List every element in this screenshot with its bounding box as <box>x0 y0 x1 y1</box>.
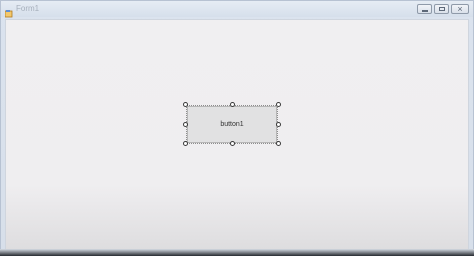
button1[interactable]: button1 <box>187 106 277 143</box>
form-window: Form1 × button1 <box>0 0 474 256</box>
resize-handle-top-middle[interactable] <box>230 102 235 107</box>
resize-handle-top-left[interactable] <box>183 102 188 107</box>
minimize-icon <box>422 10 428 12</box>
close-button[interactable]: × <box>451 4 469 14</box>
resize-handle-bottom-left[interactable] <box>183 141 188 146</box>
maximize-icon <box>439 7 445 11</box>
form-icon <box>4 5 13 18</box>
form-client-area[interactable]: button1 <box>5 19 469 250</box>
close-icon: × <box>457 4 463 14</box>
resize-handle-top-right[interactable] <box>276 102 281 107</box>
resize-handle-bottom-right[interactable] <box>276 141 281 146</box>
window-title: Form1 <box>16 4 40 13</box>
minimize-button[interactable] <box>417 4 432 14</box>
resize-handle-bottom-middle[interactable] <box>230 141 235 146</box>
resize-handle-middle-right[interactable] <box>276 122 281 127</box>
maximize-button[interactable] <box>434 4 449 14</box>
title-bar[interactable]: Form1 × <box>1 1 473 18</box>
resize-handle-middle-left[interactable] <box>183 122 188 127</box>
window-bottom-edge <box>0 249 474 256</box>
